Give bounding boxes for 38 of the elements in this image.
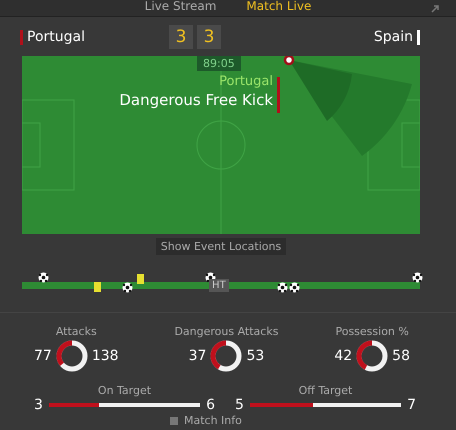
stat-label: Possession % <box>335 325 409 338</box>
home-value: 37 <box>188 348 206 364</box>
tab[interactable]: Live Stream <box>144 0 216 16</box>
away-value: 58 <box>392 348 410 364</box>
away-value: 6 <box>206 397 215 413</box>
home-value: 3 <box>34 397 43 413</box>
donut-gauge <box>356 340 388 372</box>
ball-icon <box>412 272 424 283</box>
home-value: 5 <box>235 397 244 413</box>
team-name: Spain <box>374 29 413 45</box>
card-icon <box>94 282 101 292</box>
event-team: Portugal <box>219 73 273 91</box>
donut-gauge <box>56 340 88 372</box>
ball-icon <box>38 272 49 283</box>
score: 3 <box>197 25 221 49</box>
info-icon <box>170 416 178 424</box>
stat-label: Dangerous Attacks <box>174 325 278 338</box>
away-value: 7 <box>407 397 416 413</box>
half-time-label: HT <box>209 279 229 292</box>
tab[interactable]: Match Live <box>246 0 312 16</box>
team-name: Portugal <box>27 29 85 45</box>
event-name: Dangerous Free Kick <box>119 91 273 109</box>
ball-icon <box>288 282 300 293</box>
away-value: 53 <box>246 348 264 364</box>
stat-label: On Target <box>98 384 152 397</box>
donut-gauge <box>210 340 242 372</box>
away-value: 138 <box>92 348 119 364</box>
match-clock: 89:05 <box>197 56 241 71</box>
score: 3 <box>169 25 193 49</box>
ball-icon <box>122 282 132 293</box>
home-value: 42 <box>334 348 352 364</box>
ball-icon <box>276 282 288 293</box>
stat-label: Attacks <box>56 325 97 338</box>
show-locations-button[interactable]: Show Event Locations <box>156 238 286 255</box>
match-info-link[interactable]: Match Info <box>184 414 242 427</box>
home-value: 77 <box>34 348 52 364</box>
stat-label: Off Target <box>298 384 352 397</box>
card-icon <box>137 274 144 284</box>
